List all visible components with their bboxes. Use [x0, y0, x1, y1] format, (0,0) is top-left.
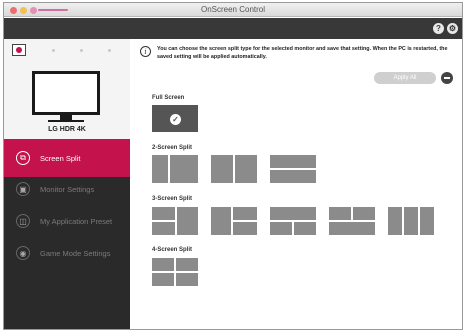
- layout-3-split-right-stack[interactable]: [211, 207, 257, 235]
- sidebar-item-label: Screen Split: [40, 153, 81, 163]
- layout-2-split-vertical[interactable]: [211, 155, 257, 183]
- sidebar-item-label: Monitor Settings: [40, 184, 95, 194]
- monitor-page-dot[interactable]: [52, 49, 55, 52]
- layout-3-split-columns[interactable]: [388, 207, 434, 235]
- info-icon: i: [140, 46, 151, 57]
- monitor-illustration: [32, 71, 100, 115]
- monitor-select-icon[interactable]: [12, 44, 26, 56]
- layout-2-split-horizontal[interactable]: [270, 155, 316, 183]
- check-icon: ✓: [170, 113, 181, 125]
- sidebar: LG HDR 4K ⧉ Screen Split ▣ Monitor Setti…: [4, 39, 130, 329]
- app-window: OnScreen Control ? ⚙ LG HDR 4K ⧉ Screen …: [3, 2, 463, 330]
- main-content: i You can choose the screen split type f…: [130, 39, 462, 329]
- layout-full-screen[interactable]: ✓: [152, 105, 198, 132]
- screen-split-icon: ⧉: [16, 151, 30, 165]
- monitor-header: LG HDR 4K: [4, 39, 130, 139]
- help-icon[interactable]: ?: [433, 23, 444, 34]
- monitor-page-dot[interactable]: [80, 49, 83, 52]
- sidebar-item-label: My Application Preset: [40, 216, 113, 226]
- sidebar-item-game-mode-settings[interactable]: ◉ Game Mode Settings: [4, 234, 130, 272]
- settings-gear-icon[interactable]: ⚙: [447, 23, 458, 34]
- section-label-3-screen-split: 3-Screen Split: [152, 196, 193, 202]
- layout-4-split-grid[interactable]: [152, 258, 198, 286]
- layout-2-split-unequal[interactable]: [152, 155, 198, 183]
- info-message: You can choose the screen split type for…: [157, 46, 448, 60]
- application-preset-icon: ◫: [16, 214, 30, 228]
- title-bar: OnScreen Control: [4, 3, 462, 17]
- gamepad-icon: ◉: [16, 246, 30, 260]
- apply-options-icon[interactable]: [441, 72, 453, 84]
- section-label-4-screen-split: 4-Screen Split: [152, 247, 193, 253]
- monitor-settings-icon: ▣: [16, 182, 30, 196]
- layout-3-split-left-stack[interactable]: [152, 207, 198, 235]
- section-label-full-screen: Full Screen: [152, 95, 185, 101]
- layout-3-split-bottom-pair[interactable]: [270, 207, 316, 235]
- top-toolbar: ? ⚙: [4, 18, 462, 39]
- monitor-base: [48, 120, 84, 122]
- window-title: OnScreen Control: [200, 5, 266, 14]
- layout-3-split-top-pair[interactable]: [329, 207, 375, 235]
- section-label-2-screen-split: 2-Screen Split: [152, 145, 193, 151]
- apply-all-button[interactable]: Apply All: [374, 72, 436, 84]
- monitor-page-dot[interactable]: [108, 49, 111, 52]
- monitor-name: LG HDR 4K: [48, 126, 86, 133]
- sidebar-item-label: Game Mode Settings: [40, 248, 111, 258]
